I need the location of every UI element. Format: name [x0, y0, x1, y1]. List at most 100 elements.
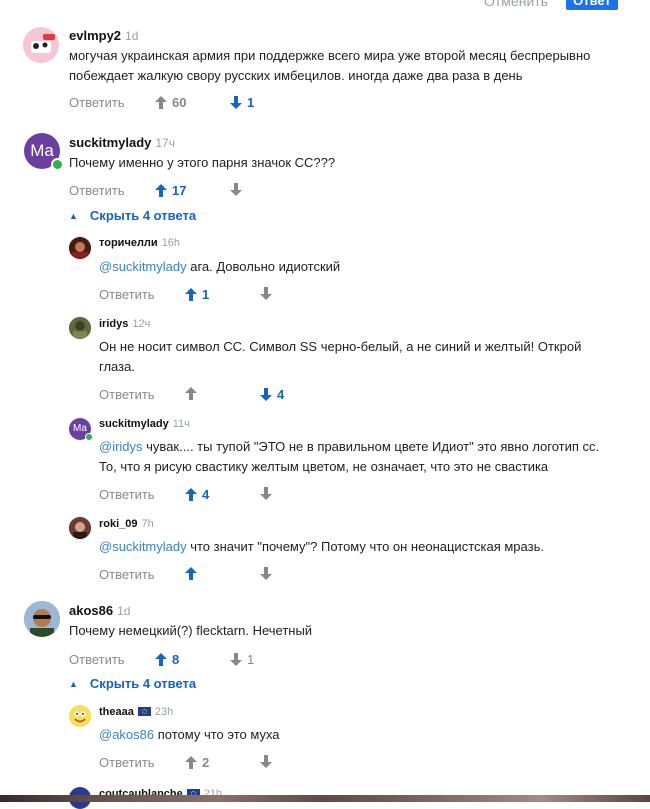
upvote-count: 2 — [202, 755, 210, 770]
cancel-button[interactable]: Отменить — [484, 0, 548, 9]
upvote-button[interactable]: 4 — [185, 487, 209, 502]
downvote-button[interactable] — [260, 567, 272, 580]
avatar[interactable] — [69, 237, 91, 259]
downvote-count: 1 — [247, 95, 255, 110]
comment-text: Почему немецкий(?) flecktarn. Нечетный — [69, 623, 313, 638]
upvote-button[interactable]: 1 — [185, 287, 209, 302]
arrow-up-icon — [185, 288, 197, 301]
mention-link[interactable]: @suckitmylady — [99, 259, 187, 274]
avatar[interactable] — [69, 705, 91, 727]
reply-button[interactable]: Ответить — [99, 567, 155, 582]
arrow-up-icon — [155, 653, 167, 666]
arrow-down-icon — [260, 487, 272, 500]
comment-actions: Ответить 8 1 — [69, 652, 369, 670]
reply-author[interactable]: roki_09 7h — [99, 518, 154, 530]
arrow-down-icon — [230, 653, 242, 666]
hide-replies-toggle[interactable]: ▲ Скрыть 4 ответа — [69, 208, 196, 223]
arrow-up-icon — [185, 387, 197, 400]
reply-form-bar: Отменить Ответ — [0, 0, 650, 12]
reply-author[interactable]: suckitmylady 11ч — [99, 418, 190, 430]
submit-reply-button[interactable]: Ответ — [566, 0, 618, 10]
comment-author[interactable]: evlmpy2 1d — [69, 28, 138, 43]
comment-text: могучая украинская армия при поддержке в… — [69, 48, 591, 83]
comment-actions: Ответить 17 — [69, 183, 369, 201]
caret-up-icon: ▲ — [69, 679, 78, 689]
arrow-down-icon — [230, 183, 242, 196]
timestamp: 1d — [125, 29, 139, 43]
arrow-up-icon — [185, 756, 197, 769]
timestamp: 17ч — [155, 136, 175, 150]
downvote-count: 4 — [277, 387, 285, 402]
comment-author[interactable]: akos86 1d — [69, 603, 130, 618]
upvote-count: 4 — [202, 487, 210, 502]
arrow-down-icon — [230, 96, 242, 109]
online-indicator — [85, 433, 93, 441]
downvote-button[interactable] — [260, 487, 272, 500]
reply-button[interactable]: Ответить — [69, 652, 125, 667]
arrow-up-icon — [185, 567, 197, 580]
hide-replies-toggle[interactable]: ▲ Скрыть 4 ответа — [69, 676, 196, 691]
upvote-button[interactable]: 17 — [155, 183, 186, 198]
reply-button[interactable]: Ответить — [69, 183, 125, 198]
reply-text: @suckitmylady что значит "почему"? Потом… — [99, 539, 544, 554]
upvote-button[interactable]: 2 — [185, 755, 209, 770]
timestamp: 7h — [141, 518, 154, 530]
upvote-button[interactable]: 60 — [155, 95, 186, 110]
downvote-button[interactable]: 1 — [230, 95, 254, 110]
reply-button[interactable]: Ответить — [99, 487, 155, 502]
mention-link[interactable]: @suckitmylady — [99, 539, 187, 554]
reply-actions: Ответить 4 — [99, 387, 399, 405]
downvote-button[interactable] — [260, 755, 272, 768]
reply-actions: Ответить — [99, 567, 399, 585]
reply-text: Он не носит символ СС. Символ SS черно-б… — [99, 339, 582, 374]
taskbar-strip — [0, 795, 650, 802]
arrow-down-icon — [260, 388, 272, 401]
upvote-count: 8 — [172, 652, 180, 667]
mention-link[interactable]: @iridys — [99, 439, 143, 454]
downvote-button[interactable] — [260, 287, 272, 300]
upvote-count: 60 — [172, 95, 187, 110]
mention-link[interactable]: @akos86 — [99, 727, 154, 742]
timestamp: 12ч — [132, 318, 151, 330]
reply-text: @suckitmylady ага. Довольно идиотский — [99, 259, 341, 274]
reply-author[interactable]: iridys 12ч — [99, 318, 150, 330]
reply-author[interactable]: theaaa 23h — [99, 706, 173, 718]
avatar[interactable] — [69, 517, 91, 539]
downvote-button[interactable] — [230, 183, 242, 196]
arrow-down-icon — [260, 755, 272, 768]
arrow-up-icon — [155, 96, 167, 109]
downvote-button[interactable]: 1 — [230, 652, 254, 667]
timestamp: 1d — [117, 604, 131, 618]
downvote-count: 1 — [247, 652, 255, 667]
reply-button[interactable]: Ответить — [99, 387, 155, 402]
avatar[interactable] — [23, 27, 59, 63]
eu-flag-icon — [137, 706, 151, 716]
comment-author[interactable]: suckitmylady 17ч — [69, 135, 175, 150]
timestamp: 11ч — [172, 418, 190, 430]
reply-actions: Ответить 1 — [99, 287, 399, 305]
arrow-up-icon — [185, 488, 197, 501]
avatar[interactable] — [24, 601, 60, 637]
reply-text: @akos86 потому что это муха — [99, 727, 280, 742]
arrow-up-icon — [155, 184, 167, 197]
upvote-button[interactable] — [185, 567, 197, 580]
comment-actions: Ответить 60 1 — [69, 95, 369, 113]
online-indicator — [51, 158, 64, 171]
reply-button[interactable]: Ответить — [99, 287, 155, 302]
arrow-down-icon — [260, 287, 272, 300]
upvote-button[interactable]: 8 — [155, 652, 179, 667]
reply-button[interactable]: Ответить — [69, 95, 125, 110]
arrow-down-icon — [260, 567, 272, 580]
comment-text: Почему именно у этого парня значок СС??? — [69, 155, 336, 170]
reply-text: @iridys чувак.... ты тупой "ЭТО не в пра… — [99, 439, 600, 474]
timestamp: 23h — [154, 706, 174, 718]
reply-author[interactable]: торичелли 16h — [99, 237, 180, 249]
timestamp: 16h — [161, 237, 181, 249]
upvote-count: 1 — [202, 287, 210, 302]
upvote-button[interactable] — [185, 387, 197, 400]
reply-button[interactable]: Ответить — [99, 755, 155, 770]
reply-actions: Ответить 2 — [99, 755, 399, 773]
downvote-button[interactable]: 4 — [260, 387, 284, 402]
reply-actions: Ответить 4 — [99, 487, 399, 505]
avatar[interactable] — [69, 317, 91, 339]
